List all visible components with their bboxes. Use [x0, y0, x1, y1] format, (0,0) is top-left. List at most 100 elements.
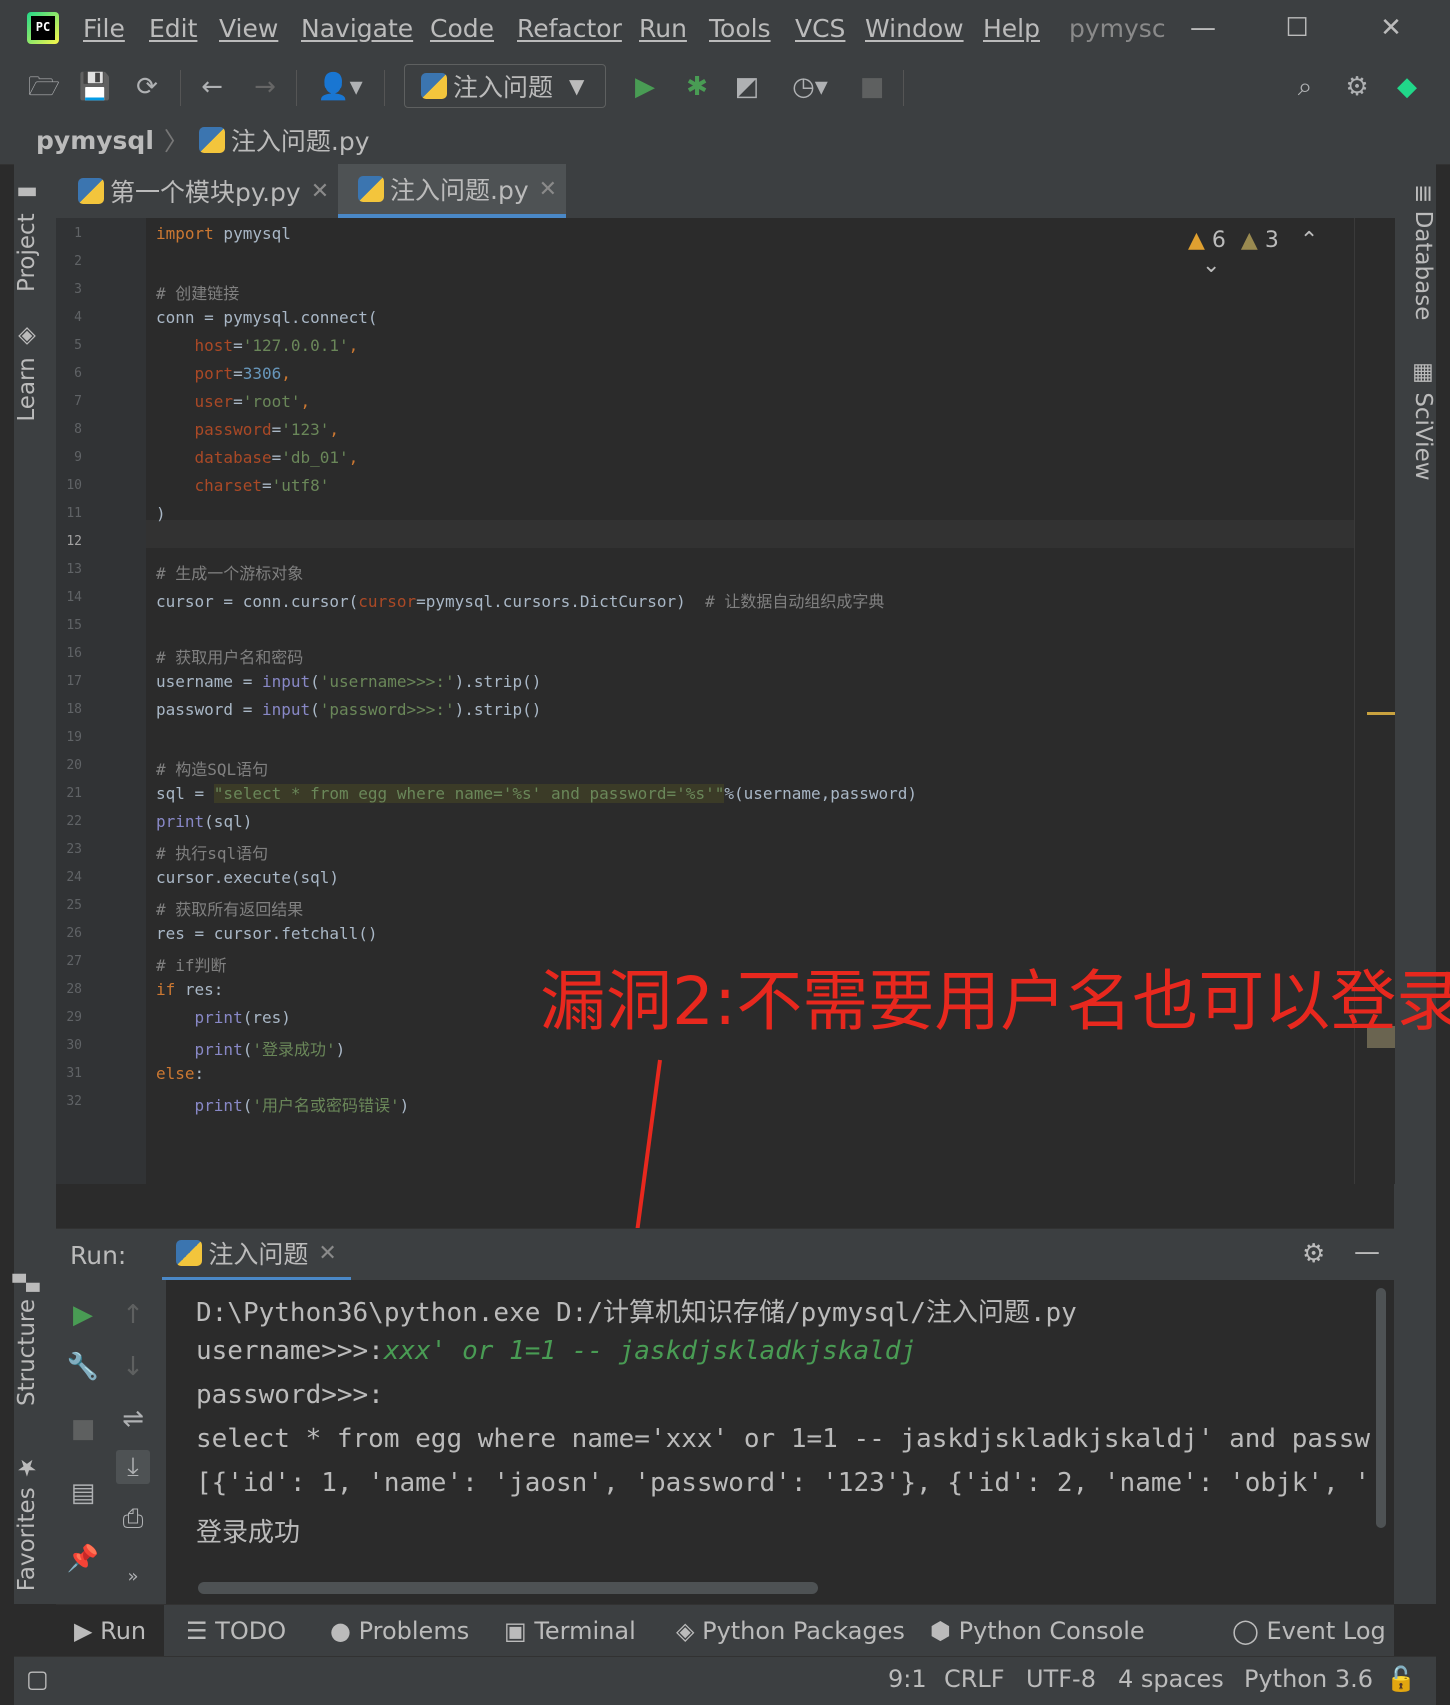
- inspection-widget[interactable]: ▲ 6 ▲ 3 ⌃ ⌄: [1188, 228, 1354, 278]
- previous-highlight-icon[interactable]: ⌃: [1300, 228, 1318, 253]
- run-panel-header: Run: 注入问题 ✕ ⚙ —: [56, 1228, 1394, 1281]
- console-vertical-scrollbar[interactable]: [1376, 1288, 1386, 1528]
- menu-view[interactable]: View: [219, 14, 278, 43]
- layout-icon[interactable]: ▤: [66, 1476, 100, 1510]
- menu-window[interactable]: Window: [865, 14, 964, 43]
- run-icon[interactable]: ▶: [628, 70, 662, 104]
- user-dropdown-icon[interactable]: 👤▾: [312, 70, 368, 104]
- sync-icon[interactable]: ⟳: [130, 70, 164, 104]
- maximize-button[interactable]: ☐: [1277, 10, 1317, 46]
- profile-dropdown-icon[interactable]: ◷▾: [780, 70, 840, 104]
- tab-first-module[interactable]: 第一个模块py.py ✕: [56, 164, 336, 218]
- minimize-button[interactable]: —: [1183, 10, 1223, 46]
- line-separator[interactable]: CRLF: [944, 1665, 1005, 1693]
- close-tab-icon[interactable]: ✕: [539, 177, 557, 202]
- code-line-14: cursor = conn.cursor(cursor=pymysql.curs…: [156, 592, 885, 611]
- console-line-username: username>>>:xxx' or 1=1 -- jaskdjskladkj…: [196, 1336, 917, 1366]
- open-folder-icon[interactable]: 🗁: [27, 70, 61, 104]
- run-configuration-select[interactable]: 注入问题 ▼: [404, 64, 606, 108]
- file-encoding[interactable]: UTF-8: [1026, 1665, 1096, 1693]
- code-line-13: # 生成一个游标对象: [156, 564, 304, 583]
- sciview-tool-tab[interactable]: ▦ SciView: [1394, 359, 1436, 481]
- caret-position[interactable]: 9:1: [888, 1665, 927, 1693]
- close-tab-icon[interactable]: ✕: [318, 1241, 336, 1266]
- python-file-icon: [198, 127, 225, 153]
- breadcrumb-file[interactable]: 注入问题.py: [231, 122, 370, 158]
- scroll-to-end-icon[interactable]: ⤓: [116, 1450, 150, 1484]
- code-line-21: sql = "select * from egg where name='%s'…: [156, 784, 917, 803]
- close-tab-icon[interactable]: ✕: [311, 179, 329, 204]
- stop-icon[interactable]: ■: [855, 70, 889, 104]
- python-interpreter[interactable]: Python 3.6: [1244, 1665, 1373, 1693]
- code-line-11: ): [156, 504, 166, 523]
- project-tool-tab[interactable]: Project ▬: [14, 180, 56, 292]
- breadcrumb-project[interactable]: pymysql: [36, 126, 154, 155]
- bottom-tab-todo[interactable]: ☰ TODO: [186, 1605, 286, 1657]
- console-horizontal-scrollbar[interactable]: [198, 1582, 818, 1594]
- forward-arrow-icon[interactable]: →: [248, 70, 282, 104]
- run-settings-gear-icon[interactable]: ⚙: [1302, 1239, 1325, 1269]
- breadcrumb: pymysql 〉 注入问题.py: [0, 116, 1450, 165]
- favorites-tool-tab[interactable]: Favorites ★: [14, 1454, 56, 1591]
- menu-code[interactable]: Code: [430, 14, 494, 43]
- menu-edit[interactable]: Edit: [149, 14, 197, 43]
- coverage-icon[interactable]: ◩: [730, 70, 764, 104]
- structure-tool-tab[interactable]: Structure ▞: [14, 1274, 56, 1406]
- back-arrow-icon[interactable]: ←: [195, 70, 229, 104]
- debug-bug-icon[interactable]: ✱: [680, 70, 714, 104]
- save-icon[interactable]: 💾: [78, 70, 112, 104]
- menu-run[interactable]: Run: [639, 14, 687, 43]
- code-line-8: password='123',: [194, 420, 340, 439]
- bottom-tab-python-console[interactable]: ⬢ Python Console: [930, 1605, 1145, 1657]
- tab-injection[interactable]: 注入问题.py ✕: [338, 164, 566, 218]
- left-tool-stripe: Project ▬ Learn ◈ Structure ▞ Favorites …: [14, 164, 56, 1604]
- print-icon[interactable]: ⎙: [116, 1502, 150, 1536]
- breadcrumb-separator-icon: 〉: [163, 127, 189, 156]
- weak-warning-icon: ▲: [1240, 228, 1258, 253]
- more-actions-icon[interactable]: »: [116, 1560, 150, 1594]
- code-line-3: # 创建链接: [156, 284, 240, 303]
- run-config-label: 注入问题: [453, 73, 554, 102]
- python-file-icon: [358, 176, 384, 202]
- menu-tools[interactable]: Tools: [709, 14, 771, 43]
- jetbrains-toolbox-icon[interactable]: ◆: [1390, 70, 1424, 104]
- next-highlight-icon[interactable]: ⌄: [1202, 253, 1220, 278]
- rerun-icon[interactable]: ▶: [66, 1298, 100, 1332]
- learn-tool-tab[interactable]: Learn ◈: [14, 324, 56, 422]
- run-tab-label: 注入问题: [208, 1240, 309, 1269]
- main-toolbar: 🗁 💾 ⟳ ← → 👤▾ 注入问题 ▼ ▶ ✱ ◩ ◷▾ ■ ⌕ ⚙ ◆: [0, 58, 1450, 117]
- lock-icon[interactable]: 🔓: [1386, 1665, 1416, 1693]
- bottom-tab-event-log[interactable]: ◯ Event Log: [1232, 1605, 1386, 1657]
- warning-marker[interactable]: [1367, 712, 1395, 715]
- bottom-tab-python-packages[interactable]: ◈ Python Packages: [676, 1605, 905, 1657]
- bottom-tab-terminal[interactable]: ▣ Terminal: [504, 1605, 636, 1657]
- code-line-26: res = cursor.fetchall(): [156, 924, 378, 943]
- bottom-tab-problems[interactable]: ● Problems: [330, 1605, 469, 1657]
- chevron-down-icon: ▼: [569, 74, 585, 98]
- menu-vcs[interactable]: VCS: [795, 14, 845, 43]
- scroll-up-icon[interactable]: ↑: [116, 1298, 150, 1332]
- run-console[interactable]: D:\Python36\python.exe D:/计算机知识存储/pymysq…: [166, 1280, 1394, 1604]
- console-line-sql: select * from egg where name='xxx' or 1=…: [196, 1424, 1370, 1454]
- tab-label: 第一个模块py.py: [110, 178, 301, 207]
- toggle-tool-windows-icon[interactable]: ▢: [26, 1665, 49, 1693]
- pin-icon[interactable]: 📌: [66, 1542, 100, 1576]
- wrench-icon[interactable]: 🔧: [66, 1350, 100, 1384]
- database-tool-tab[interactable]: ≣ Database: [1394, 184, 1436, 320]
- close-window-button[interactable]: ✕: [1371, 10, 1411, 46]
- run-tab[interactable]: 注入问题 ✕: [162, 1229, 351, 1281]
- menu-refactor[interactable]: Refactor: [517, 14, 622, 43]
- search-icon[interactable]: ⌕: [1288, 70, 1322, 104]
- code-line-32: print('用户名或密码错误'): [194, 1096, 410, 1115]
- menu-help[interactable]: Help: [983, 14, 1040, 43]
- menu-navigate[interactable]: Navigate: [301, 14, 413, 43]
- scroll-down-icon[interactable]: ↓: [116, 1350, 150, 1384]
- hide-panel-icon[interactable]: —: [1354, 1237, 1380, 1267]
- stop-icon[interactable]: ■: [66, 1412, 100, 1446]
- indent-setting[interactable]: 4 spaces: [1118, 1665, 1224, 1693]
- window-title: pymysc: [1069, 14, 1166, 43]
- bottom-tab-run[interactable]: ▶ Run: [56, 1605, 164, 1657]
- menu-file[interactable]: File: [83, 14, 125, 43]
- settings-gear-icon[interactable]: ⚙: [1340, 70, 1374, 104]
- soft-wrap-icon[interactable]: ⇌: [116, 1402, 150, 1436]
